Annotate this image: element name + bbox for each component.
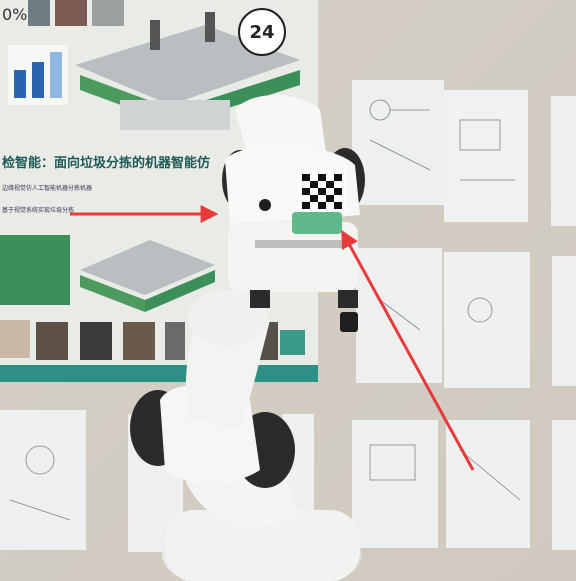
poster-bar-chart — [8, 45, 68, 105]
checkerboard-marker — [298, 170, 346, 212]
poster-percent: 0% — [2, 5, 27, 24]
poster-small-line-1: 边缘视觉仿人工智能机器分拣机器 — [2, 184, 92, 192]
poster-small-line-2: 基于视觉系统实现垃圾分拣 — [2, 206, 74, 214]
scene: 24 0% 检智能：面向垃圾分拣的机器智能仿 边缘视觉仿人工智能机器分拣机器 基… — [0, 0, 576, 581]
poster-headline: 检智能：面向垃圾分拣的机器智能仿 — [2, 155, 210, 171]
poster-badge-number: 24 — [249, 22, 274, 43]
poster-pcb-thumb — [0, 235, 70, 305]
